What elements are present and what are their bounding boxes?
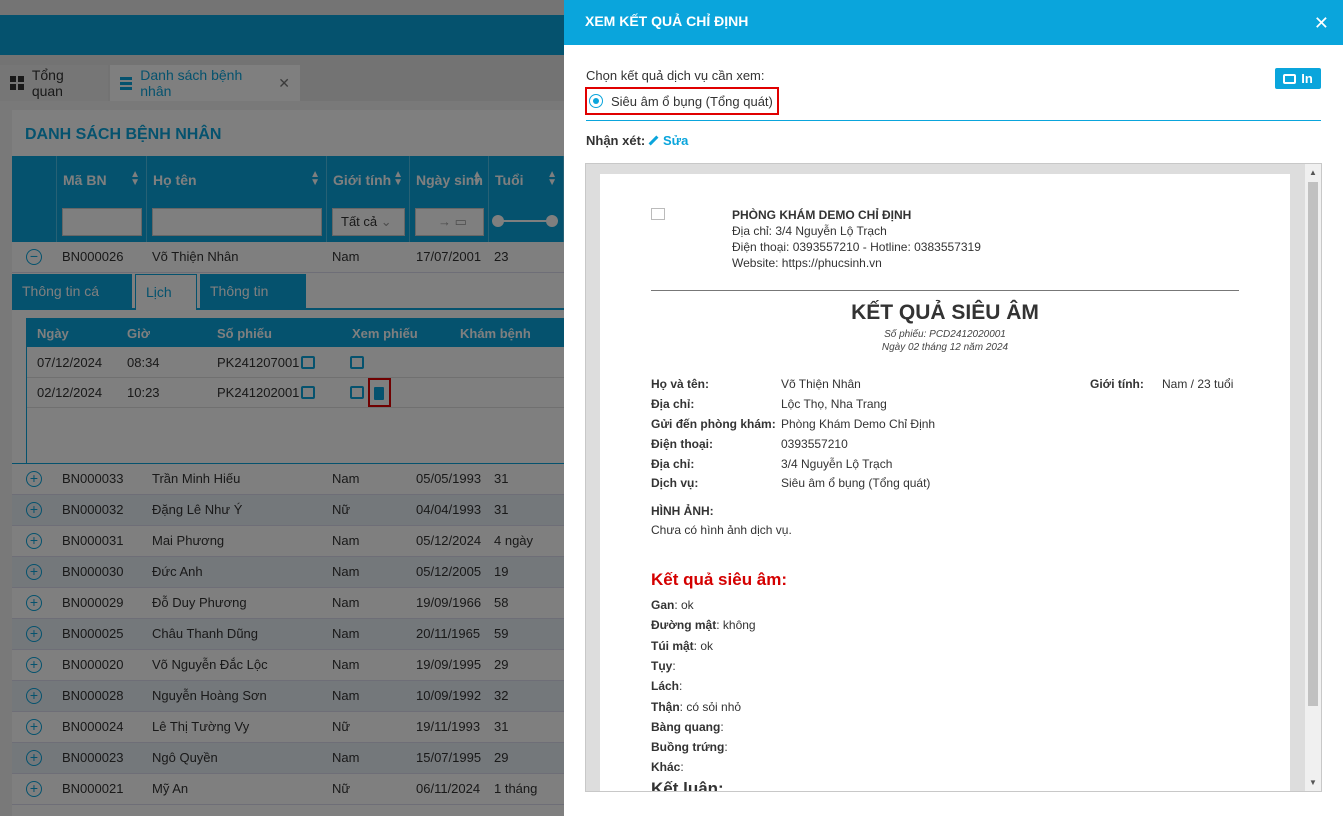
choose-service-label: Chọn kết quả dịch vụ cần xem:	[586, 68, 765, 83]
clinic-address: Địa chỉ: 3/4 Nguyễn Lộ Trạch	[732, 224, 887, 238]
result-line: Buồng trứng:	[651, 740, 728, 754]
clinic-logo-image	[651, 208, 665, 220]
field-value: Lộc Thọ, Nha Trang	[781, 397, 887, 411]
panel-header: XEM KẾT QUẢ CHỈ ĐỊNH ✕	[564, 0, 1343, 45]
field-label: Dịch vụ:	[651, 476, 699, 490]
field-label: Điện thoại:	[651, 437, 713, 451]
clinic-website: Website: https://phucsinh.vn	[732, 256, 882, 270]
image-section-label: HÌNH ẢNH:	[651, 504, 714, 518]
result-label: Buồng trứng	[651, 740, 725, 755]
conclusion-label: Kết luận:	[651, 779, 724, 792]
result-value: :	[680, 760, 684, 775]
edit-comment-link[interactable]: Sửa	[648, 133, 688, 148]
field-value: Nam / 23 tuổi	[1162, 377, 1234, 391]
result-line: Khác:	[651, 760, 684, 774]
report-divider	[651, 290, 1239, 291]
field-value: Phòng Khám Demo Chỉ Định	[781, 417, 936, 431]
result-section-title: Kết quả siêu âm:	[651, 570, 788, 589]
result-line: Bàng quang:	[651, 720, 724, 734]
result-line: Lách:	[651, 679, 682, 693]
field-label: Họ và tên:	[651, 377, 710, 391]
result-value: : ok	[674, 598, 694, 612]
result-panel: XEM KẾT QUẢ CHỈ ĐỊNH ✕ Chọn kết quả dịch…	[564, 0, 1343, 816]
result-value: :	[720, 719, 724, 734]
result-value: : có sỏi nhỏ	[679, 699, 742, 714]
report-viewer[interactable]: PHÒNG KHÁM DEMO CHỈ ĐỊNH Địa chỉ: 3/4 Ng…	[585, 163, 1322, 792]
printer-icon	[1283, 73, 1297, 84]
result-value: : không	[716, 618, 756, 633]
close-icon[interactable]: ✕	[1314, 14, 1329, 32]
report-date: Ngày 02 tháng 12 năm 2024	[881, 342, 1009, 353]
result-value: :	[679, 679, 683, 694]
panel-title: XEM KẾT QUẢ CHỈ ĐỊNH	[585, 13, 749, 29]
service-option-radio[interactable]: Siêu âm ổ bụng (Tổng quát)	[585, 87, 779, 115]
report-number: Số phiếu: PCD2412020001	[884, 329, 1006, 340]
result-label: Túi mật	[651, 638, 694, 653]
field-value: 0393557210	[781, 437, 848, 451]
result-label: Khác	[651, 760, 681, 775]
result-label: Bàng quang	[651, 719, 721, 734]
result-label: Đường mật	[651, 618, 717, 633]
clinic-phone: Điện thoại: 0393557210 - Hotline: 038355…	[732, 240, 981, 254]
result-value: :	[724, 740, 728, 755]
separator	[586, 120, 1321, 121]
result-value: : ok	[693, 638, 714, 653]
result-line: Túi mật: ok	[651, 639, 713, 653]
result-value: :	[672, 658, 676, 673]
field-value: Siêu âm ổ bụng (Tổng quát)	[781, 476, 931, 490]
clinic-name: PHÒNG KHÁM DEMO CHỈ ĐỊNH	[732, 208, 912, 222]
field-label: Gửi đến phòng khám:	[651, 417, 776, 431]
result-label: Thận	[651, 699, 680, 714]
scroll-down-icon[interactable]: ▼	[1309, 778, 1317, 787]
scroll-thumb[interactable]	[1308, 182, 1318, 706]
pencil-icon	[648, 135, 659, 146]
result-line: Đường mật: không	[651, 618, 756, 632]
result-label: Lách	[651, 679, 680, 694]
field-value: 3/4 Nguyễn Lộ Trạch	[781, 457, 893, 471]
result-label: Tụy	[651, 658, 673, 673]
field-label: Địa chỉ:	[651, 457, 695, 471]
viewer-scrollbar[interactable]: ▲ ▼	[1305, 164, 1321, 791]
report-title: KẾT QUẢ SIÊU ÂM	[851, 301, 1039, 324]
print-button[interactable]: In	[1275, 68, 1321, 89]
report-sheet: PHÒNG KHÁM DEMO CHỈ ĐỊNH Địa chỉ: 3/4 Ng…	[600, 174, 1290, 792]
field-label: Địa chỉ:	[651, 397, 695, 411]
result-line: Gan: ok	[651, 598, 694, 612]
result-line: Thận: có sỏi nhỏ	[651, 700, 741, 714]
scroll-up-icon[interactable]: ▲	[1309, 168, 1317, 177]
result-line: Tụy:	[651, 659, 676, 673]
image-none-text: Chưa có hình ảnh dịch vụ.	[651, 523, 792, 537]
radio-selected-icon	[589, 94, 603, 108]
field-value: Võ Thiện Nhân	[781, 377, 861, 391]
field-label: Giới tính:	[1090, 377, 1144, 391]
result-label: Gan	[651, 598, 675, 612]
comment-label: Nhận xét:	[586, 133, 646, 148]
service-option-label: Siêu âm ổ bụng (Tổng quát)	[611, 93, 773, 109]
